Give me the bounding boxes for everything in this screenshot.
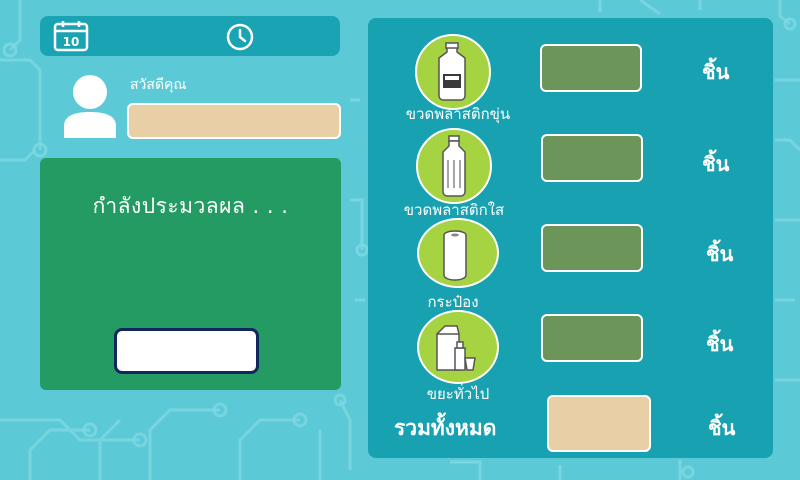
top-bar: 10 (40, 16, 340, 56)
processing-panel: กำลังประมวลผล . . . (40, 158, 341, 390)
item-unit-label: ชิ้น (706, 332, 734, 356)
milk-jug-icon (438, 42, 466, 101)
general-waste-icon (436, 325, 476, 371)
item-row-can: กระป๋อง ชิ้น (368, 210, 773, 311)
calendar-icon[interactable]: 10 (52, 20, 90, 52)
total-count-field (547, 395, 651, 452)
greeting-label: สวัสดีคุณ (130, 77, 187, 93)
item-row-general-waste: ขยะทั่วไป ชิ้น (368, 306, 773, 406)
processing-action-button[interactable] (114, 328, 259, 374)
item-count-field (541, 134, 643, 182)
calendar-day: 10 (63, 35, 80, 49)
user-name-field (127, 103, 341, 139)
item-circle (416, 128, 492, 204)
clear-bottle-icon (442, 135, 466, 197)
item-count-field (540, 44, 642, 92)
item-row-clear-plastic: ขวดพลาสติกใส ชิ้น (368, 114, 773, 219)
item-count-field (541, 224, 643, 272)
processing-status-text: กำลังประมวลผล . . . (92, 194, 289, 218)
total-label: รวมทั้งหมด (394, 416, 497, 440)
item-circle (417, 218, 499, 288)
item-count-panel: ขวดพลาสติกขุ่น ชิ้น ขวดพลาสติกใส ชิ้น กร… (368, 18, 773, 458)
total-unit-label: ชิ้น (708, 416, 736, 440)
item-circle (415, 34, 491, 110)
item-count-field (541, 314, 643, 362)
item-row-opaque-plastic: ขวดพลาสติกขุ่น ชิ้น (368, 18, 773, 123)
can-icon (443, 230, 467, 281)
item-label: ขยะทั่วไป (426, 385, 490, 403)
clock-icon[interactable] (225, 22, 255, 52)
item-unit-label: ชิ้น (706, 242, 734, 266)
item-unit-label: ชิ้น (702, 60, 730, 84)
user-avatar-icon (64, 75, 116, 138)
item-unit-label: ชิ้น (702, 152, 730, 176)
item-circle (417, 310, 499, 384)
